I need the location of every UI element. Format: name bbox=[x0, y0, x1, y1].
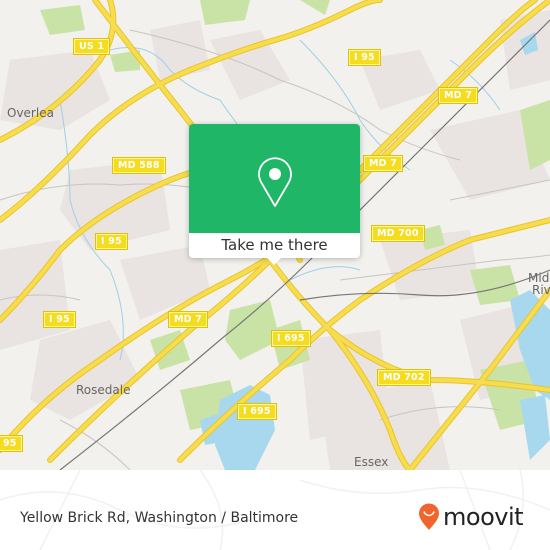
shield-i-95-mid: I 95 bbox=[95, 233, 128, 250]
moovit-pin-icon bbox=[419, 503, 439, 530]
place-essex: Essex bbox=[354, 455, 389, 469]
location-pin-icon bbox=[258, 157, 292, 207]
shield-i-95-edge: 95 bbox=[0, 435, 23, 452]
shield-md-700: MD 700 bbox=[371, 225, 425, 242]
popup-header bbox=[189, 124, 360, 233]
shield-i-95-left: I 95 bbox=[43, 311, 76, 328]
take-me-there-popup[interactable]: Take me there bbox=[189, 124, 360, 265]
shield-i-695-bottom: I 695 bbox=[237, 403, 277, 420]
shield-us-1: US 1 bbox=[72, 38, 111, 55]
place-overlea: Overlea bbox=[7, 106, 54, 120]
address-label: Yellow Brick Rd, Washington / Baltimore bbox=[20, 510, 299, 526]
shield-i-695-top: I 695 bbox=[271, 330, 311, 347]
shield-i-95-top: I 95 bbox=[348, 49, 381, 66]
moovit-wordmark: moovit bbox=[443, 503, 524, 531]
shield-md-7-mid: MD 7 bbox=[362, 155, 404, 172]
place-middle-river-2: Riv bbox=[532, 283, 550, 297]
moovit-logo[interactable]: moovit bbox=[418, 502, 524, 532]
shield-md-588: MD 588 bbox=[112, 157, 166, 174]
shield-md-7-top: MD 7 bbox=[437, 87, 479, 104]
take-me-there-button[interactable]: Take me there bbox=[189, 233, 360, 257]
map-view[interactable]: US 1 I 95 MD 7 MD 588 MD 7 I 95 MD 700 I… bbox=[0, 0, 550, 470]
popup-pointer bbox=[267, 258, 281, 265]
place-rosedale: Rosedale bbox=[76, 383, 131, 397]
shield-md-702: MD 702 bbox=[377, 369, 431, 386]
shield-md-7-left: MD 7 bbox=[167, 311, 209, 328]
